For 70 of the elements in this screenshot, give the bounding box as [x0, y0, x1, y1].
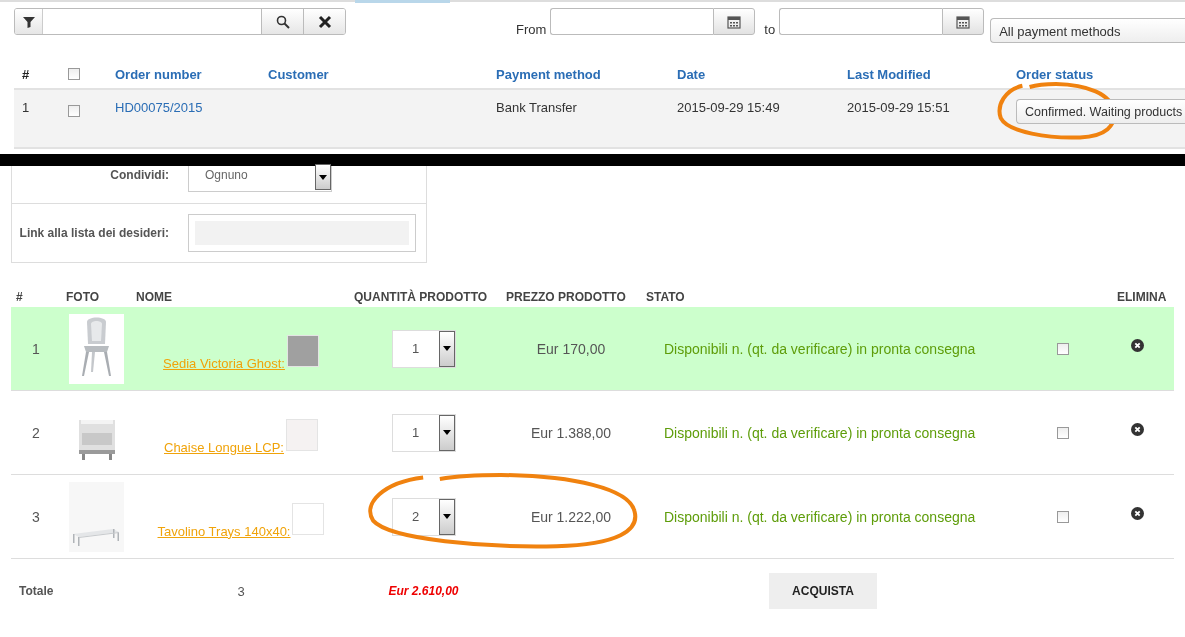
close-icon — [1130, 339, 1144, 352]
search-button[interactable] — [261, 9, 303, 34]
table-cell: Eur 1.222,00 — [530, 508, 612, 525]
table-cell: Eur 170,00 — [536, 340, 606, 357]
link-field[interactable] — [188, 214, 416, 252]
column-header: # — [21, 66, 30, 82]
checkbox[interactable] — [68, 105, 80, 117]
caret-icon — [319, 174, 327, 180]
calendar-button[interactable] — [713, 8, 756, 35]
total-amount: Eur 2.610,00 — [388, 584, 459, 598]
table-cell: 1 — [22, 100, 30, 115]
checkbox[interactable] — [1057, 426, 1069, 439]
table-cell-text: Disponibili n. (qt. da verificare) in pronta consegna — [663, 508, 976, 525]
column-header: STATO — [646, 290, 685, 304]
table-cell-text: Disponibili n. (qt. da verificare) in pronta consegna — [663, 340, 976, 357]
caret-icon — [442, 514, 451, 519]
field-label: From — [516, 22, 547, 37]
column-header: PREZZO PRODOTTO — [505, 290, 626, 304]
column-header: QUANTITÀ PRODOTTO — [353, 290, 488, 304]
field-label: Link alla lista dei desideri: — [18, 226, 169, 240]
quantity-select[interactable]: 1 — [391, 329, 456, 368]
column-header[interactable]: Order status — [1008, 66, 1094, 82]
calendar-icon — [956, 14, 971, 29]
calendar-icon — [727, 14, 742, 29]
column-header: NOME — [135, 290, 172, 304]
delete-button[interactable] — [1130, 339, 1144, 352]
quantity-select[interactable]: 2 — [391, 497, 456, 536]
field-label: Condividi: — [109, 168, 169, 182]
close-icon — [1130, 423, 1144, 436]
close-icon — [1130, 507, 1144, 520]
table-cell: 3 — [32, 508, 40, 525]
search-icon — [275, 14, 290, 29]
column-header[interactable]: Last Modified — [839, 66, 931, 82]
table-cell: 2015-09-29 15:51 — [847, 100, 950, 115]
column-header: # — [15, 290, 23, 304]
close-icon — [317, 14, 332, 29]
payment-method-select[interactable]: All payment methods — [990, 18, 1185, 43]
delete-button[interactable] — [1130, 423, 1144, 436]
caret-icon — [442, 346, 451, 351]
table-cell: Eur 1.388,00 — [530, 424, 612, 441]
filter-button[interactable] — [15, 9, 43, 34]
share-select[interactable]: Ognuno — [188, 166, 332, 192]
field-label: to — [764, 22, 776, 37]
table-cell: 2015-09-29 15:49 — [677, 100, 780, 115]
delete-button[interactable] — [1130, 507, 1144, 520]
column-header[interactable]: Payment method — [488, 66, 601, 82]
table-cell: 2 — [32, 424, 40, 441]
column-header: FOTO — [65, 290, 100, 304]
table-cell-text: Disponibili n. (qt. da verificare) in pronta consegna — [663, 424, 976, 441]
column-header: ELIMINA — [1116, 290, 1167, 304]
quantity-select[interactable]: 1 — [391, 413, 456, 452]
table-cell: Bank Transfer — [496, 100, 577, 115]
checkbox[interactable] — [68, 68, 80, 80]
order-link[interactable]: HD00075/2015 — [115, 100, 203, 115]
column-header[interactable]: Date — [669, 66, 706, 82]
caret-icon — [442, 430, 451, 435]
date-field[interactable] — [779, 8, 943, 35]
buy-button[interactable]: ACQUISTA — [769, 573, 877, 609]
status-select[interactable]: Confirmed. Waiting products — [1016, 99, 1185, 124]
checkbox[interactable] — [1057, 510, 1069, 523]
clear-button[interactable] — [303, 9, 345, 34]
column-header[interactable]: Customer — [260, 66, 329, 82]
filter-icon — [21, 14, 36, 29]
total-label: Totale — [18, 584, 54, 598]
calendar-button[interactable] — [942, 8, 985, 35]
column-header[interactable]: Order number — [107, 66, 202, 82]
total-count: 3 — [237, 583, 245, 599]
table-cell: 1 — [32, 340, 40, 357]
date-field[interactable] — [550, 8, 714, 35]
checkbox[interactable] — [1057, 342, 1069, 355]
